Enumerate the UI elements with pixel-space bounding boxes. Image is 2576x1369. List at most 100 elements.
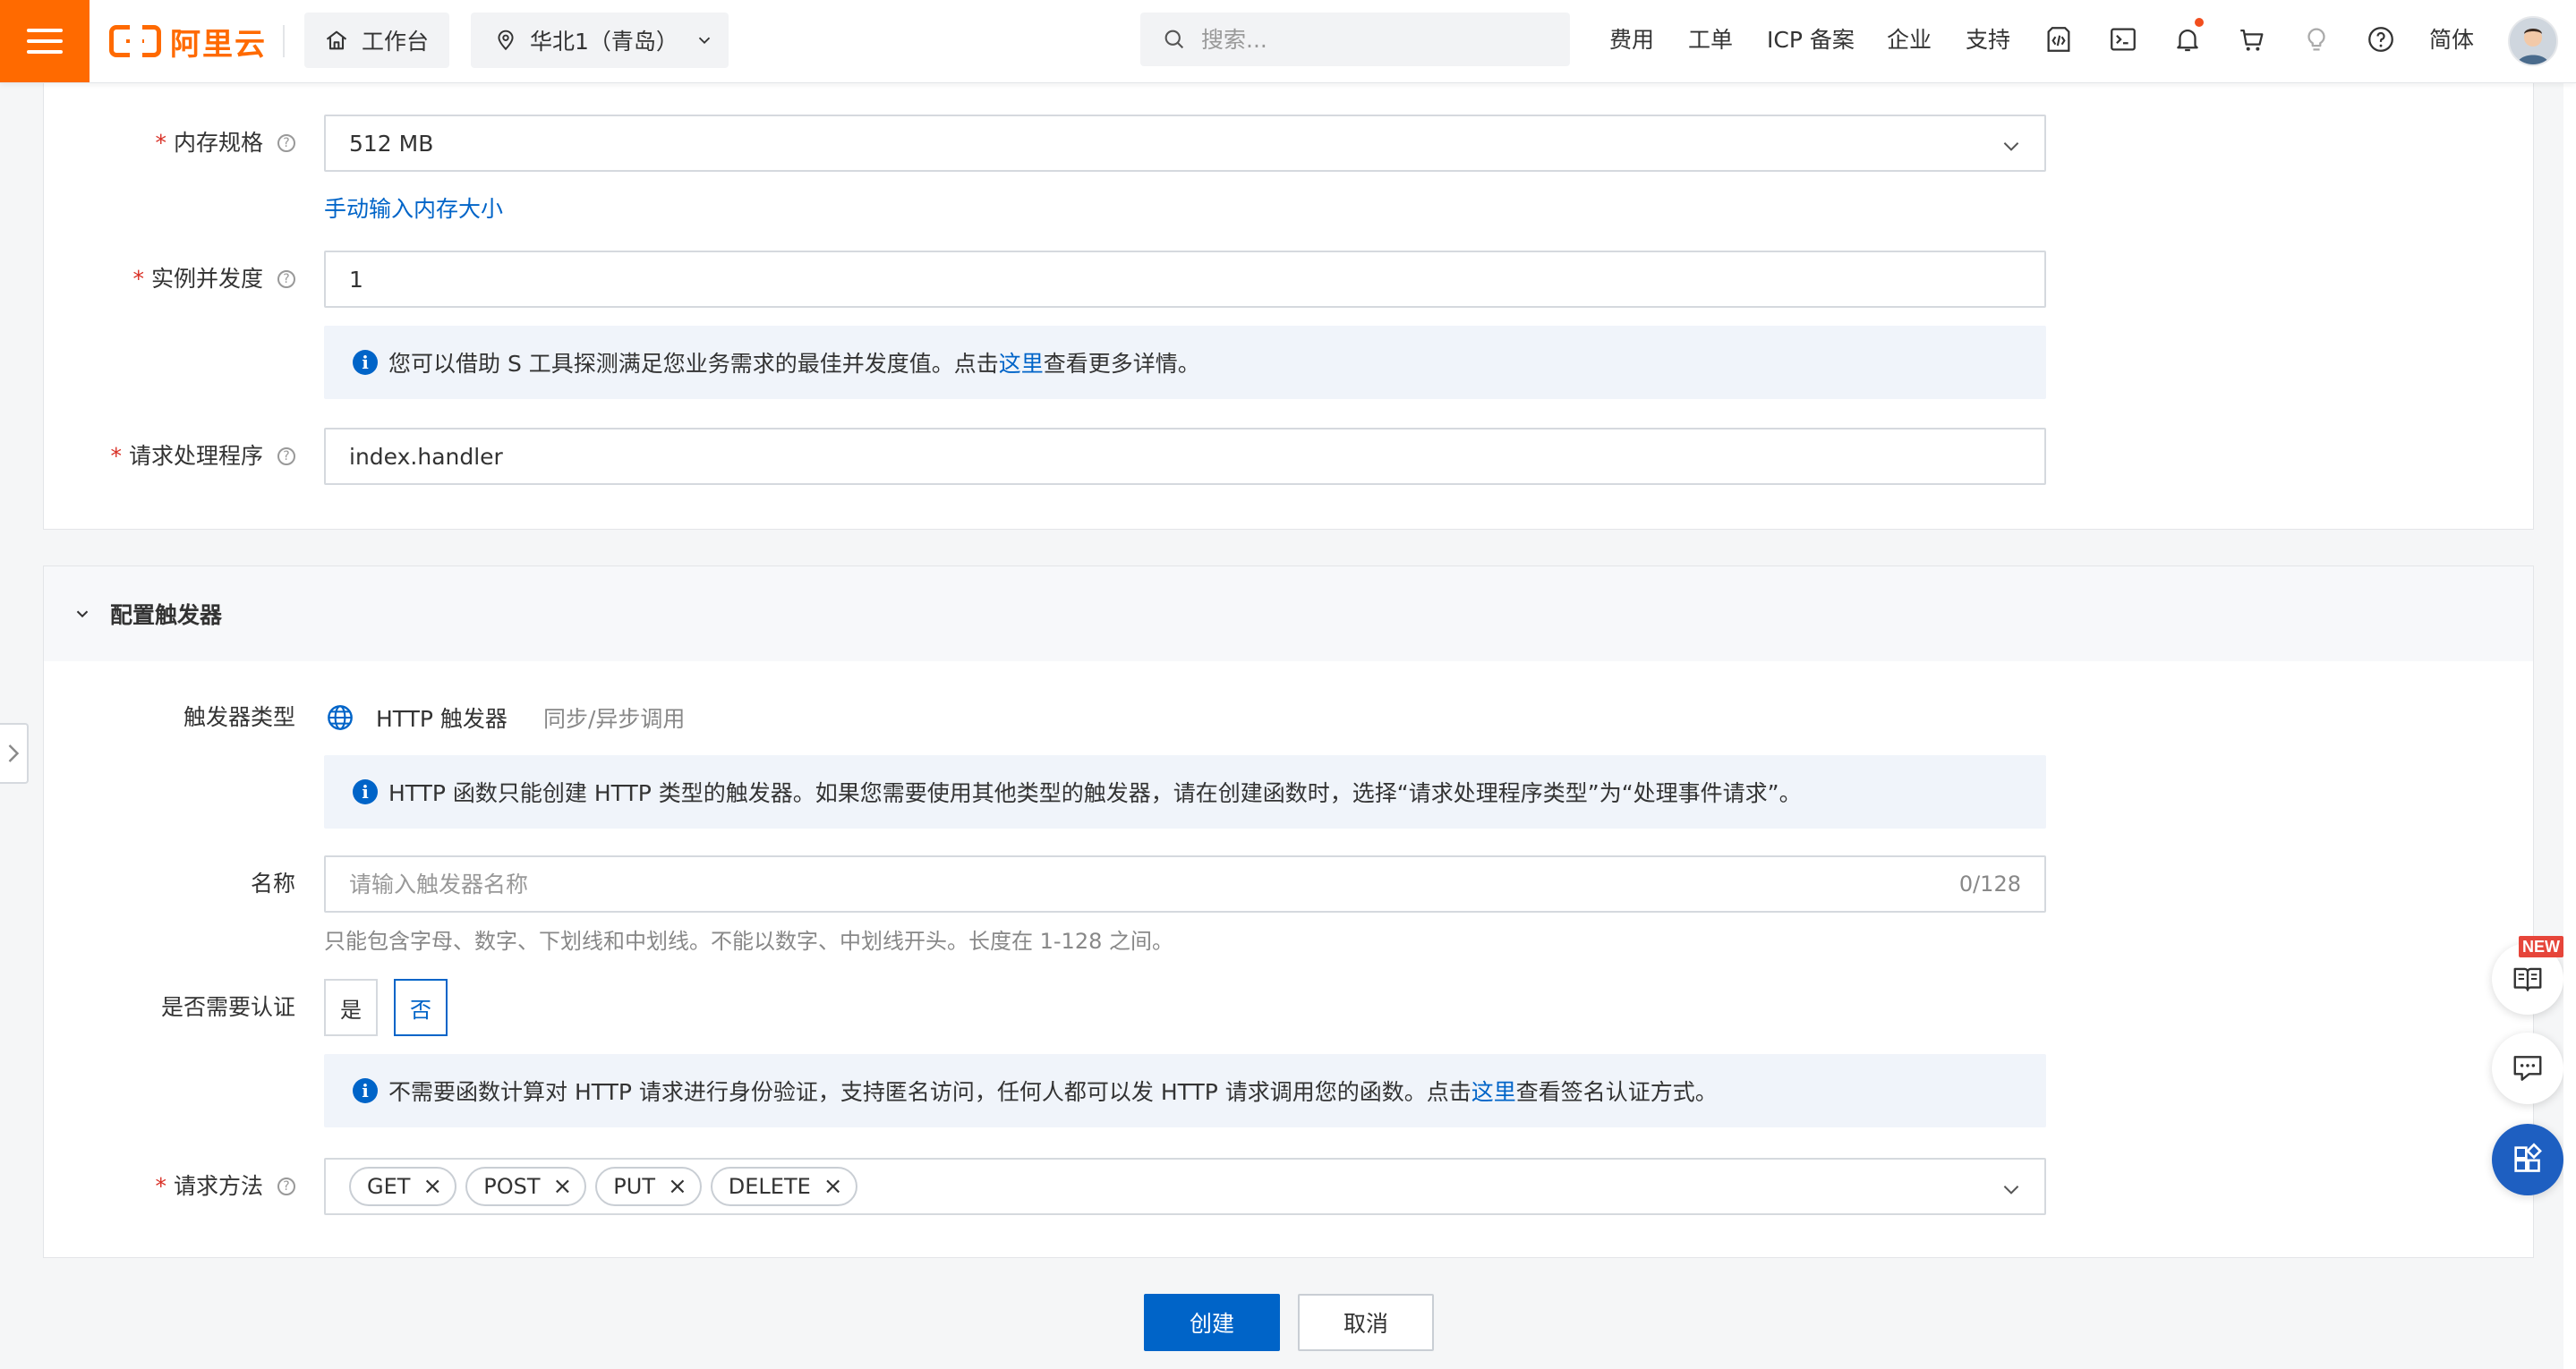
auth-more-link[interactable]: 这里 bbox=[1471, 1075, 1516, 1107]
close-icon[interactable]: × bbox=[668, 1175, 687, 1198]
book-icon bbox=[2513, 967, 2542, 991]
nav-link-tickets[interactable]: 工单 bbox=[1688, 23, 1733, 57]
memory-value: 512 MB bbox=[349, 130, 434, 157]
language-switch[interactable]: 简体 bbox=[2429, 23, 2474, 57]
handler-label-text: 请求处理程序 bbox=[128, 443, 263, 469]
request-method-label-text: 请求方法 bbox=[173, 1173, 263, 1199]
global-search[interactable] bbox=[1140, 13, 1570, 66]
region-selector[interactable]: 华北1（青岛） bbox=[471, 13, 729, 68]
method-tag-label: PUT bbox=[613, 1174, 655, 1199]
question-icon[interactable]: ? bbox=[277, 134, 295, 152]
method-tag-label: GET bbox=[367, 1174, 411, 1199]
notification-dot bbox=[2195, 18, 2204, 27]
info-icon: i bbox=[353, 1078, 378, 1103]
menu-icon[interactable] bbox=[0, 0, 90, 82]
method-tag-label: DELETE bbox=[728, 1174, 811, 1199]
region-label: 华北1（青岛） bbox=[530, 29, 678, 55]
apps-grid-icon bbox=[2514, 1143, 2542, 1172]
aliyun-logo[interactable]: 阿里云 bbox=[109, 20, 267, 63]
info-icon: i bbox=[353, 350, 378, 375]
apps-float-button[interactable] bbox=[2492, 1124, 2563, 1195]
logo-mark-icon bbox=[109, 24, 161, 60]
required-mark: * bbox=[132, 266, 144, 292]
new-badge: NEW bbox=[2519, 936, 2563, 957]
help-icon[interactable] bbox=[2363, 21, 2399, 57]
top-navigation-bar: 阿里云 工作台 华北1（青岛） 费用 工单 ICP 备案 企业 支持 简体 bbox=[0, 0, 2576, 83]
auth-yes-button[interactable]: 是 bbox=[324, 979, 378, 1036]
manual-memory-link[interactable]: 手动输入内存大小 bbox=[324, 191, 503, 224]
nav-link-support[interactable]: 支持 bbox=[1966, 23, 2010, 57]
feedback-float-button[interactable] bbox=[2492, 1033, 2563, 1104]
memory-select[interactable]: 512 MB bbox=[324, 115, 2046, 172]
nav-link-enterprise[interactable]: 企业 bbox=[1887, 23, 1932, 57]
create-button[interactable]: 创建 bbox=[1144, 1294, 1280, 1351]
auth-no-button[interactable]: 否 bbox=[394, 979, 448, 1036]
chevron-down-icon bbox=[698, 37, 711, 45]
trigger-type-label-text: 触发器类型 bbox=[183, 704, 295, 730]
question-icon[interactable]: ? bbox=[277, 1178, 295, 1195]
workbench-label: 工作台 bbox=[362, 29, 430, 55]
trigger-name-hint: 只能包含字母、数字、下划线和中划线。不能以数字、中划线开头。长度在 1-128 … bbox=[324, 929, 1173, 954]
close-icon[interactable]: × bbox=[552, 1175, 572, 1198]
chevron-down-icon bbox=[76, 610, 89, 618]
concurrency-label-text: 实例并发度 bbox=[150, 266, 263, 292]
method-tag-delete: DELETE × bbox=[710, 1167, 857, 1206]
request-method-label: * 请求方法 ? bbox=[54, 1169, 295, 1204]
nav-link-icp[interactable]: ICP 备案 bbox=[1767, 23, 1855, 57]
cart-icon[interactable] bbox=[2234, 21, 2270, 57]
chat-icon bbox=[2513, 1056, 2542, 1081]
close-icon[interactable]: × bbox=[422, 1175, 442, 1198]
concurrency-more-link[interactable]: 这里 bbox=[999, 346, 1044, 378]
method-tag-label: POST bbox=[483, 1174, 541, 1199]
required-mark: * bbox=[155, 1173, 166, 1199]
trigger-section-title: 配置触发器 bbox=[110, 602, 223, 628]
auth-note: i 不需要函数计算对 HTTP 请求进行身份验证，支持匿名访问，任何人都可以发 … bbox=[324, 1054, 2046, 1127]
trigger-type-note-text: HTTP 函数只能创建 HTTP 类型的触发器。如果您需要使用其他类型的触发器，… bbox=[388, 780, 1802, 806]
concurrency-label: * 实例并发度 ? bbox=[54, 261, 295, 297]
memory-label: * 内存规格 ? bbox=[54, 125, 295, 161]
trigger-type-label: 触发器类型 bbox=[54, 700, 295, 736]
location-pin-icon bbox=[498, 30, 514, 51]
concurrency-input[interactable] bbox=[349, 266, 2021, 293]
memory-label-text: 内存规格 bbox=[173, 130, 263, 156]
concurrency-note-tail: 查看更多详情。 bbox=[1043, 351, 1200, 377]
page-scrollbar[interactable] bbox=[2563, 82, 2576, 1369]
concurrency-field[interactable] bbox=[324, 251, 2046, 308]
cancel-button[interactable]: 取消 bbox=[1298, 1294, 1434, 1351]
close-icon[interactable]: × bbox=[823, 1175, 843, 1198]
chevron-right-icon bbox=[8, 744, 20, 762]
concurrency-note: i 您可以借助 S 工具探测满足您业务需求的最佳并发度值。点击 这里 查看更多详情。 bbox=[324, 326, 2046, 399]
request-method-select[interactable]: GET × POST × PUT × DELETE × bbox=[324, 1158, 2046, 1215]
sidebar-expand-handle[interactable] bbox=[0, 723, 29, 784]
bell-icon[interactable] bbox=[2170, 18, 2205, 57]
auth-note-tail: 查看签名认证方式。 bbox=[1515, 1079, 1718, 1105]
question-icon[interactable]: ? bbox=[277, 270, 295, 288]
divider bbox=[283, 25, 285, 57]
trigger-section-header[interactable]: 配置触发器 bbox=[44, 566, 2533, 661]
search-input[interactable] bbox=[1199, 25, 1543, 54]
nav-link-billing[interactable]: 费用 bbox=[1609, 23, 1654, 57]
search-icon bbox=[1164, 30, 1184, 49]
auth-label: 是否需要认证 bbox=[54, 990, 295, 1025]
trigger-type-name: HTTP 触发器 bbox=[376, 706, 508, 732]
trigger-name-label: 名称 bbox=[54, 866, 295, 902]
bulb-icon[interactable] bbox=[2299, 21, 2334, 57]
home-icon bbox=[326, 30, 347, 50]
method-tag-put: PUT × bbox=[595, 1167, 702, 1206]
required-mark: * bbox=[155, 130, 166, 156]
code-icon[interactable] bbox=[2041, 21, 2077, 57]
avatar[interactable] bbox=[2508, 16, 2558, 66]
workbench-button[interactable]: 工作台 bbox=[304, 13, 449, 68]
question-icon[interactable]: ? bbox=[277, 447, 295, 465]
auth-note-text: 不需要函数计算对 HTTP 请求进行身份验证，支持匿名访问，任何人都可以发 HT… bbox=[388, 1079, 1471, 1105]
char-counter: 0/128 bbox=[1958, 872, 2021, 897]
method-tag-get: GET × bbox=[349, 1167, 457, 1206]
chevron-down-icon bbox=[2003, 1186, 2019, 1195]
trigger-name-field[interactable]: 0/128 bbox=[324, 855, 2046, 913]
method-tag-post: POST × bbox=[465, 1167, 587, 1206]
trigger-name-input[interactable] bbox=[349, 871, 1959, 897]
terminal-icon[interactable] bbox=[2105, 21, 2141, 57]
handler-input[interactable] bbox=[349, 443, 2021, 470]
logo-text: 阿里云 bbox=[170, 26, 267, 63]
handler-field[interactable] bbox=[324, 428, 2046, 485]
